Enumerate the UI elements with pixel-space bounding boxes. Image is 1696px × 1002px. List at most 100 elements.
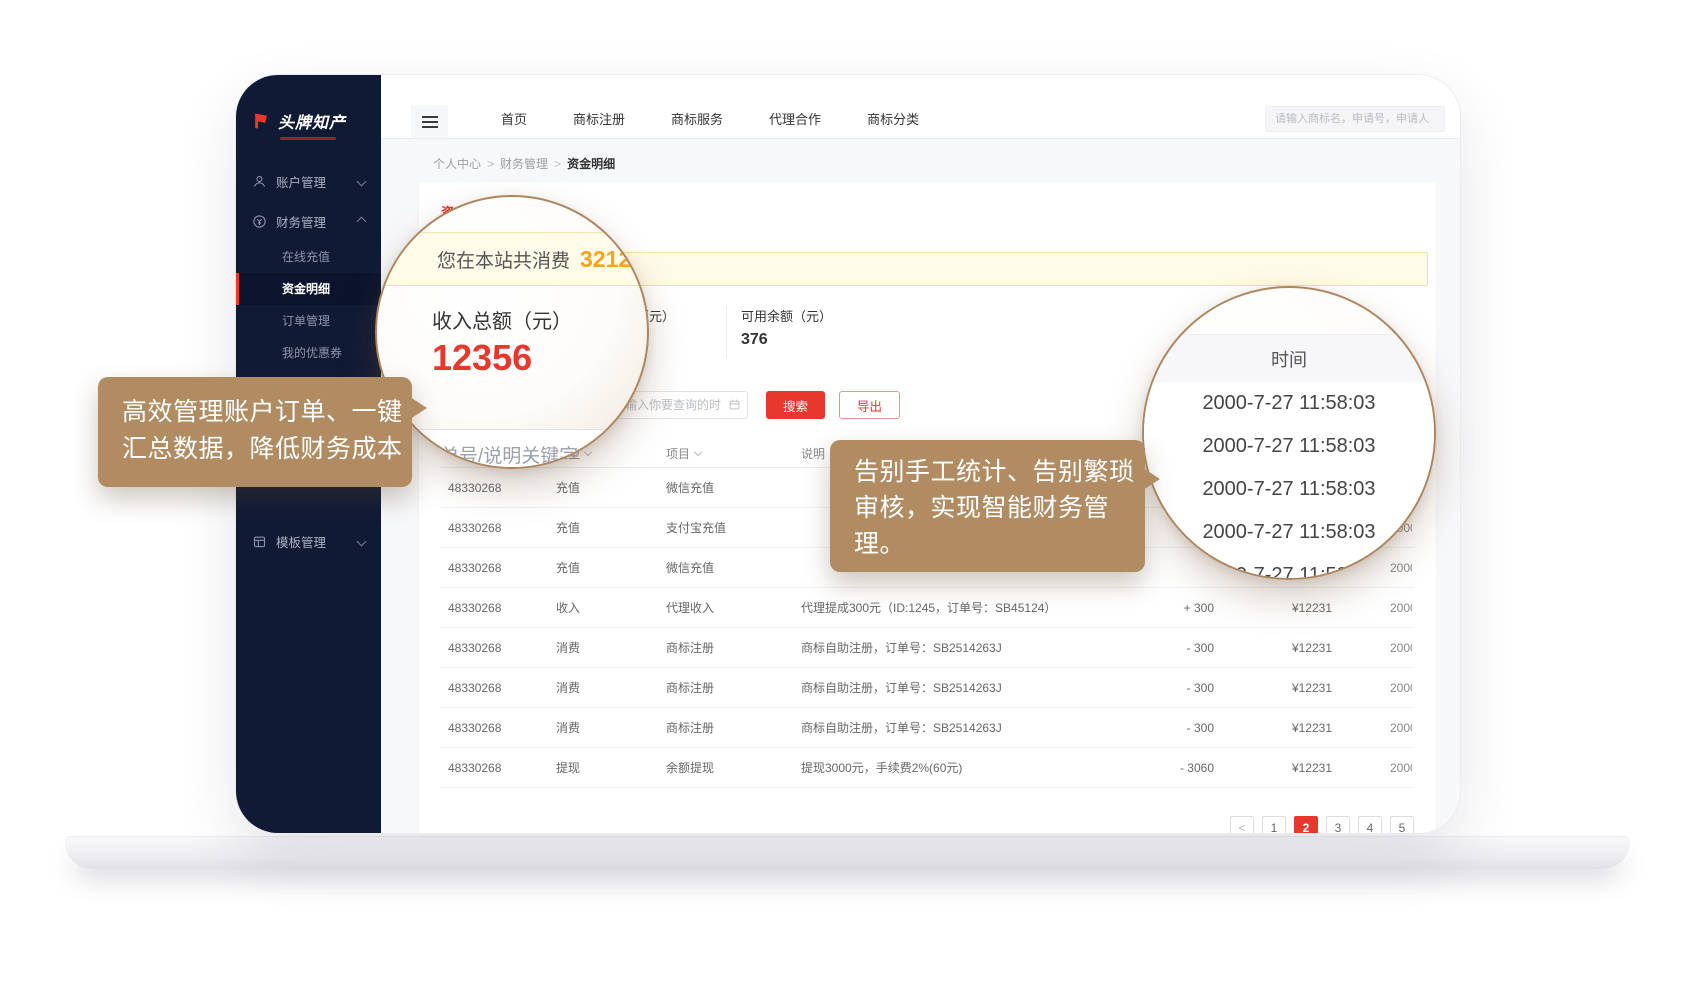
cell-balance: ¥12231 <box>1214 681 1332 695</box>
callout-text: 告别手工统计、告别繁琐 <box>854 454 1145 490</box>
cell-project: 支付宝充值 <box>666 519 801 536</box>
cell-project: 商标注册 <box>666 679 801 696</box>
cell-type: 消费 <box>556 719 666 736</box>
sidebar-item-label: 财务管理 <box>276 212 326 231</box>
cell-amount: + 300 <box>1146 601 1214 615</box>
brand-flag-icon <box>251 111 271 131</box>
magnified-time-header: 时间 <box>1144 334 1434 384</box>
callout-left: 高效管理账户订单、一键 汇总数据，降低财务成本 <box>98 377 412 487</box>
cell-order: 48330268 <box>441 641 556 655</box>
cell-time: 2000-7-27 11:58:03 <box>1332 761 1412 775</box>
breadcrumb-separator: > <box>554 157 561 171</box>
stat-label: 可用余额（元） <box>741 306 832 325</box>
pagination: < 1 2 3 4 5 <box>441 816 1414 833</box>
sort-chevron-icon <box>694 448 702 456</box>
callout-text: 高效管理账户订单、一键 <box>122 394 412 431</box>
callout-text: 理。 <box>854 526 1145 562</box>
template-icon <box>252 534 267 549</box>
callout-arrow <box>1143 468 1160 490</box>
user-icon <box>252 174 267 189</box>
nav-trademark-service[interactable]: 商标服务 <box>648 105 746 138</box>
pagination-page-2[interactable]: 2 <box>1294 816 1318 833</box>
cell-type: 提现 <box>556 759 666 776</box>
magnifier-circle-right: 时间 2000-7-27 11:58:03 2000-7-27 11:58:03… <box>1142 286 1436 580</box>
breadcrumb-personal-center[interactable]: 个人中心 <box>433 157 481 171</box>
stat-label: （元） <box>636 306 726 325</box>
cell-time: 2000-7-27 11:58:03 <box>1332 601 1412 615</box>
magnified-income-value: 12356 <box>432 337 532 379</box>
nav-home[interactable]: 首页 <box>478 105 550 138</box>
cell-order: 48330268 <box>441 521 556 535</box>
pagination-page-4[interactable]: 4 <box>1358 816 1382 833</box>
cell-project: 代理收入 <box>666 599 801 616</box>
cell-type: 消费 <box>556 639 666 656</box>
brand-tagline <box>280 137 336 140</box>
cell-desc: 商标自助注册，订单号：SB2514263J <box>801 679 1146 696</box>
cell-project: 余额提现 <box>666 759 801 776</box>
breadcrumb-separator: > <box>487 157 494 171</box>
magnified-banner-text: 您在本站共消费 <box>437 246 570 273</box>
search-button[interactable]: 搜索 <box>766 391 825 419</box>
cell-balance: ¥12231 <box>1214 641 1332 655</box>
cell-order: 48330268 <box>441 601 556 615</box>
sidebar-item-finance[interactable]: 财务管理 <box>236 201 381 241</box>
magnified-time-row: 2000-7-27 11:58:03 <box>1144 425 1434 469</box>
cell-time: 2000-7-27 11:58:03 <box>1332 721 1412 735</box>
cell-desc: 商标自助注册，订单号：SB2514263J <box>801 639 1146 656</box>
cell-time: 2000-7-27 11:58:03 <box>1332 641 1412 655</box>
cell-amount: - 300 <box>1146 641 1214 655</box>
top-navbar: 首页 商标注册 商标服务 代理合作 商标分类 <box>381 75 1460 139</box>
chevron-up-icon <box>357 216 367 226</box>
pagination-page-3[interactable]: 3 <box>1326 816 1350 833</box>
breadcrumb: 个人中心>财务管理>资金明细 <box>381 139 1460 182</box>
pagination-prev-button[interactable]: < <box>1230 816 1254 833</box>
menu-hamburger-icon[interactable] <box>411 105 448 138</box>
col-header-label: 项目 <box>666 445 690 462</box>
table-row: 48330268 消费 商标注册 商标自助注册，订单号：SB2514263J -… <box>441 708 1414 748</box>
callout-text: 审核，实现智能财务管 <box>854 490 1145 526</box>
cell-project: 微信充值 <box>666 479 801 496</box>
cell-type: 充值 <box>556 479 666 496</box>
callout-right: 告别手工统计、告别繁琐 审核，实现智能财务管 理。 <box>830 440 1145 572</box>
magnified-time-row: 2000-7-27 11:58:03 <box>1144 554 1434 580</box>
calendar-icon[interactable] <box>728 398 741 411</box>
sidebar-item-coupons[interactable]: 我的优惠券 <box>236 337 381 369</box>
pagination-page-1[interactable]: 1 <box>1262 816 1286 833</box>
trademark-search-input[interactable] <box>1265 106 1445 132</box>
top-nav: 首页 商标注册 商标服务 代理合作 商标分类 <box>478 105 942 138</box>
pagination-page-5[interactable]: 5 <box>1390 816 1414 833</box>
magnifier-circle-left: 您在本站共消费 32124 收入总额（元） 12356 订单号/说明关键字 <box>375 195 649 469</box>
nav-agent-cooperation[interactable]: 代理合作 <box>746 105 844 138</box>
sidebar-item-fund-details[interactable]: 资金明细 <box>236 273 381 305</box>
nav-trademark-register[interactable]: 商标注册 <box>550 105 648 138</box>
chevron-down-icon <box>357 176 367 186</box>
sidebar-item-template[interactable]: 模板管理 <box>236 521 381 561</box>
sidebar-item-online-recharge[interactable]: 在线充值 <box>236 241 381 273</box>
cell-project: 商标注册 <box>666 719 801 736</box>
cell-balance: ¥12231 <box>1214 721 1332 735</box>
cell-order: 48330268 <box>441 561 556 575</box>
callout-arrow <box>410 397 427 419</box>
breadcrumb-finance[interactable]: 财务管理 <box>500 157 548 171</box>
cell-desc: 商标自助注册，订单号：SB2514263J <box>801 719 1146 736</box>
cell-type: 充值 <box>556 559 666 576</box>
magnified-time-row: 2000-7-27 11:58:03 <box>1144 511 1434 555</box>
cell-type: 收入 <box>556 599 666 616</box>
cell-amount: - 300 <box>1146 721 1214 735</box>
cell-project: 商标注册 <box>666 639 801 656</box>
magnified-banner: 您在本站共消费 32124 <box>375 232 649 286</box>
magnified-input-placeholder: 订单号/说明关键字 <box>421 441 578 468</box>
stat-value: 376 <box>741 331 832 349</box>
sidebar-item-account[interactable]: 账户管理 <box>236 161 381 201</box>
cell-order: 48330268 <box>441 481 556 495</box>
col-header-project[interactable]: 项目 <box>666 445 801 462</box>
sidebar-item-order-management[interactable]: 订单管理 <box>236 305 381 337</box>
cell-amount: - 3060 <box>1146 761 1214 775</box>
sidebar-item-label: 模板管理 <box>276 532 326 551</box>
finance-icon <box>252 214 267 229</box>
table-row: 48330268 消费 商标注册 商标自助注册，订单号：SB2514263J -… <box>441 668 1414 708</box>
nav-trademark-category[interactable]: 商标分类 <box>844 105 942 138</box>
export-button[interactable]: 导出 <box>839 391 900 419</box>
brand-name: 头牌知产 <box>278 109 346 133</box>
magnified-time-row: 2000-7-27 11:58:03 <box>1144 468 1434 512</box>
